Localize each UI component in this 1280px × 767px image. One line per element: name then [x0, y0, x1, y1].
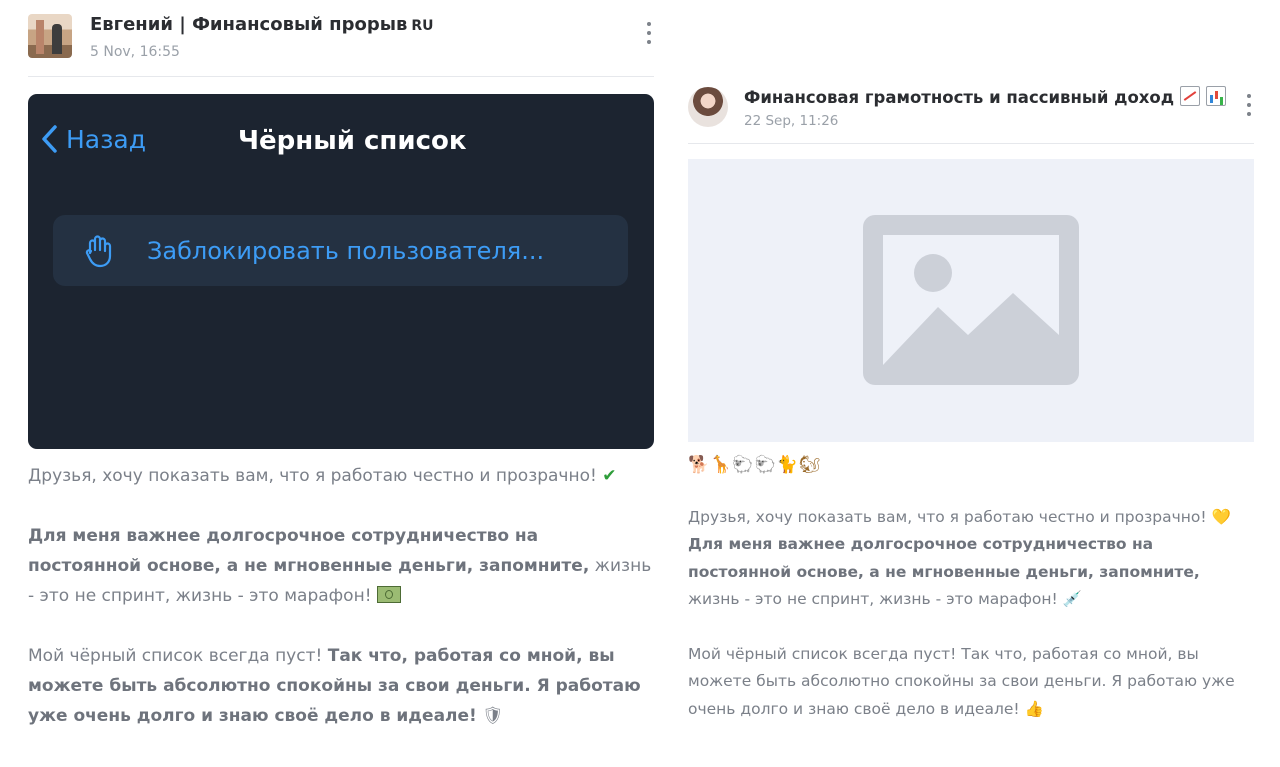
check-mark-icon: ✔ — [602, 466, 617, 486]
post-date: 5 Nov, 16:55 — [90, 44, 180, 60]
more-vertical-icon[interactable] — [1244, 94, 1254, 120]
channel-avatar[interactable] — [688, 87, 728, 127]
post-text: Друзья, хочу показать вам, что я работаю… — [28, 461, 654, 731]
block-user-label: Заблокировать пользователя... — [147, 236, 545, 265]
post-header: Финансовая грамотность и пассивный доход… — [688, 82, 1254, 144]
post-date: 22 Sep, 11:26 — [744, 113, 839, 129]
paragraph-text: Друзья, хочу показать вам, что я работаю… — [28, 466, 597, 486]
paragraph-text: жизнь - это не спринт, жизнь - это мараф… — [688, 590, 1058, 608]
block-user-row: Заблокировать пользователя... — [53, 215, 628, 286]
channel-name[interactable]: Финансовая грамотность и пассивный доход — [744, 86, 1227, 107]
screen-title: Чёрный список — [238, 126, 467, 156]
paragraph-bold-text: Для меня важнее долгосрочное сотрудничес… — [28, 526, 590, 576]
money-icon — [376, 586, 401, 603]
post-card-left: Евгений | Финансовый прорыв RU 5 Nov, 16:… — [28, 10, 654, 761]
paragraph-text: Мой чёрный список всегда пуст! Так что, … — [688, 644, 1235, 718]
syringe-icon: 💉 — [1062, 590, 1082, 608]
post-card-right: Финансовая грамотность и пассивный доход… — [688, 82, 1254, 750]
channel-name[interactable]: Евгений | Финансовый прорыв RU — [90, 14, 434, 35]
post-header: Евгений | Финансовый прорыв RU 5 Nov, 16:… — [28, 10, 654, 77]
bar-chart-icon — [1206, 86, 1227, 106]
yellow-heart-icon: 💛 — [1211, 507, 1231, 526]
shield-icon: 🛡 — [482, 706, 504, 726]
paragraph-text: Друзья, хочу показать вам, что я работаю… — [688, 507, 1207, 526]
post-media-placeholder[interactable] — [688, 159, 1254, 442]
post-media-screenshot[interactable]: Назад Чёрный список Заблокировать пользо… — [28, 94, 654, 449]
back-label: Назад — [66, 124, 147, 154]
paragraph-bold-text: Для меня важнее долгосрочное сотрудничес… — [688, 535, 1200, 581]
channel-name-text[interactable]: Евгений | Финансовый прорыв — [90, 14, 407, 35]
thumbs-up-icon: 👍 — [1024, 699, 1044, 718]
paragraph-text: Мой чёрный список всегда пуст! — [28, 646, 328, 666]
back-button: Назад — [40, 124, 146, 154]
channel-avatar[interactable] — [28, 14, 72, 58]
post-paragraph: Друзья, хочу показать вам, что я работаю… — [688, 504, 1254, 614]
post-paragraph: Мой чёрный список всегда пуст! Так что, … — [28, 641, 654, 731]
hand-stop-icon — [85, 234, 112, 267]
post-text: 🐕🦒🐑🐑🐈🐿 Друзья, хочу показать вам, что я … — [688, 452, 1254, 723]
channel-name-text[interactable]: Финансовая грамотность и пассивный доход — [744, 88, 1174, 107]
ru-badge: RU — [411, 18, 434, 34]
post-paragraph: Мой чёрный список всегда пуст! Так что, … — [688, 641, 1254, 724]
animal-emoji-row: 🐕🦒🐑🐑🐈🐿 — [688, 455, 822, 475]
post-paragraph: Для меня важнее долгосрочное сотрудничес… — [28, 521, 654, 611]
post-paragraph: Друзья, хочу показать вам, что я работаю… — [28, 461, 654, 491]
chevron-left-icon — [42, 125, 57, 153]
chart-increasing-icon — [1180, 86, 1201, 106]
more-vertical-icon[interactable] — [644, 22, 654, 48]
image-placeholder-icon — [863, 215, 1079, 385]
